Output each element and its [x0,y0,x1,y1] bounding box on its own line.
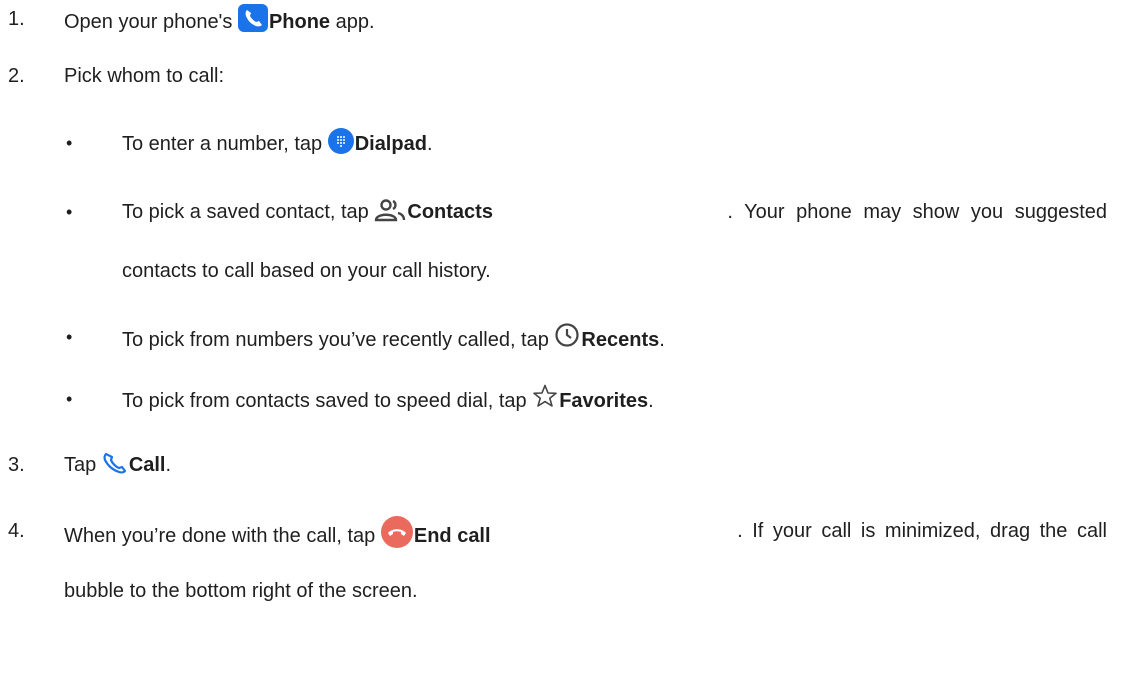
favorites-label: Favorites [559,390,649,412]
step-text: Open your phone's [64,11,238,33]
step-4: 4. When you’re done with the call, tap E… [0,516,1124,548]
dialpad-icon [327,128,354,163]
star-icon [532,384,558,417]
phone-app-icon [237,4,268,41]
bullet: • [66,202,73,222]
step-number: 1. [8,8,25,30]
step-number: 4. [8,520,25,542]
contacts-label: Contacts [407,201,493,223]
option-contacts-continued: contacts to call based on your call hist… [122,260,491,282]
call-label: Call [128,454,166,476]
bullet: • [66,133,73,153]
step-4-continued: bubble to the bottom right of the screen… [64,580,418,602]
step-text: Pick whom to call: [64,65,225,87]
end-call-label: End call [413,525,491,547]
dialpad-label: Dialpad [354,133,427,155]
recents-label: Recents [581,329,660,351]
clock-icon [554,322,580,357]
contacts-icon [374,198,406,231]
bullet: • [66,327,73,347]
call-icon [102,451,128,484]
step-number: 3. [8,454,25,476]
end-call-icon [380,516,413,557]
phone-app-label: Phone [268,11,331,33]
bullet: • [66,389,73,409]
step-number: 2. [8,65,25,87]
option-contacts: • To pick a saved contact, tap Contacts … [0,197,1124,227]
